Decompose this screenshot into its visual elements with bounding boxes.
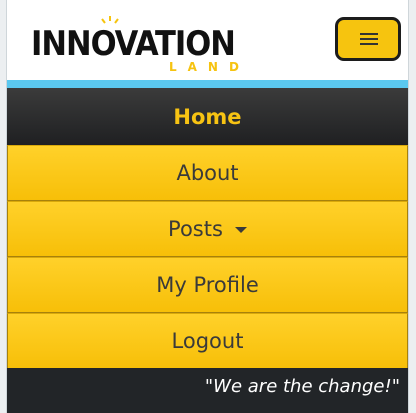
main-nav: Home About Posts My Profile Logout xyxy=(7,88,408,369)
lightbulb-icon xyxy=(101,16,119,24)
page-frame: INNOVATION LAND Home About Posts My Prof… xyxy=(6,0,409,413)
caret-down-icon xyxy=(234,227,247,233)
footer-tagline: "We are the change!" xyxy=(204,376,400,397)
nav-item-label: Home xyxy=(173,104,242,129)
logo-wordmark: INNOVATION xyxy=(31,24,236,64)
logo-subtext: LAND xyxy=(169,60,250,74)
accent-stripe xyxy=(7,80,408,88)
nav-item-label: Posts xyxy=(168,217,223,241)
nav-item-home[interactable]: Home xyxy=(7,88,408,145)
site-header: INNOVATION LAND xyxy=(7,0,408,80)
hamburger-icon xyxy=(360,33,378,45)
site-logo[interactable]: INNOVATION LAND xyxy=(31,16,243,76)
nav-item-label: My Profile xyxy=(156,273,259,297)
menu-toggle-button[interactable] xyxy=(335,17,401,61)
nav-item-posts[interactable]: Posts xyxy=(7,201,408,257)
site-footer: "We are the change!" xyxy=(7,368,408,413)
nav-item-label: About xyxy=(176,161,239,185)
nav-item-logout[interactable]: Logout xyxy=(7,313,408,369)
nav-item-about[interactable]: About xyxy=(7,145,408,201)
nav-item-label: Logout xyxy=(171,329,244,353)
nav-item-my-profile[interactable]: My Profile xyxy=(7,257,408,313)
